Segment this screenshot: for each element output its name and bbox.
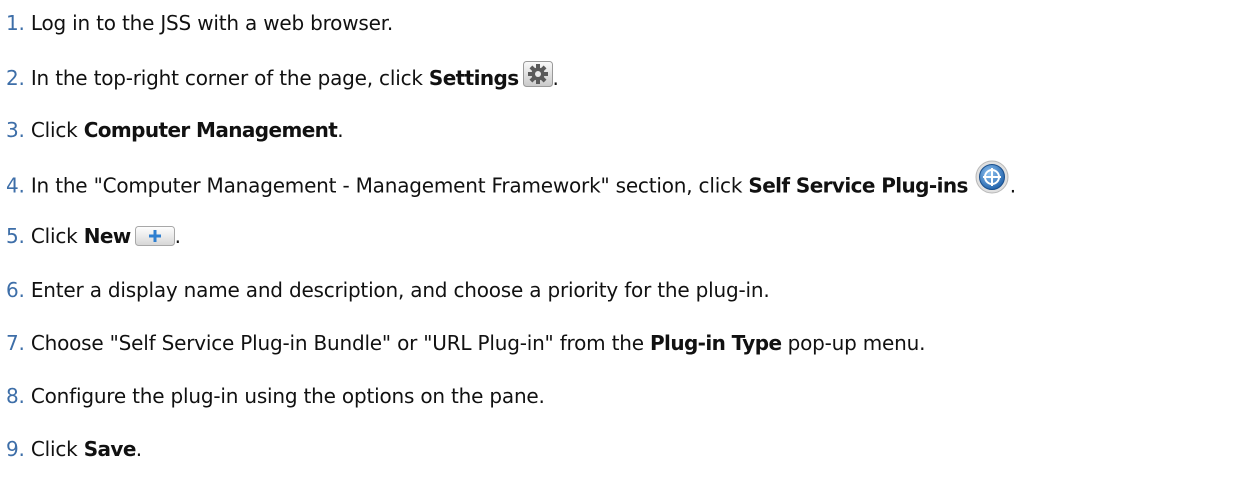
step-number: 7. xyxy=(6,331,25,355)
step-ui-term: Settings xyxy=(428,66,519,90)
plus-icon xyxy=(134,225,175,246)
step-ui-term: Computer Management xyxy=(83,118,338,142)
step-text-end: . xyxy=(1009,173,1016,198)
step-text: Click xyxy=(30,118,84,142)
step-number: 5. xyxy=(6,224,25,248)
step-text-end: . xyxy=(552,66,559,90)
step-7: 7. Choose "Self Service Plug-in Bundle" … xyxy=(6,328,925,358)
step-ui-term: New xyxy=(83,224,132,248)
step-9: 9. Click Save. xyxy=(6,434,142,464)
step-text: In the "Computer Management - Management… xyxy=(30,173,749,198)
step-number: 6. xyxy=(6,278,25,302)
step-text-end: . xyxy=(174,224,181,248)
step-number: 2. xyxy=(6,66,25,90)
step-2: 2. In the top-right corner of the page, … xyxy=(6,60,559,93)
step-5: 5. Click New . xyxy=(6,221,181,251)
step-ui-term: Save xyxy=(83,437,137,461)
step-text: Choose "Self Service Plug-in Bundle" or … xyxy=(30,331,650,355)
step-number: 4. xyxy=(6,173,25,198)
step-number: 9. xyxy=(6,437,25,461)
step-text: Enter a display name and description, an… xyxy=(30,278,770,302)
step-text: Click xyxy=(30,224,84,248)
step-text-end: . xyxy=(135,437,142,461)
step-number: 1. xyxy=(6,11,25,35)
step-ui-term: Self Service Plug-ins xyxy=(748,173,968,198)
instruction-steps: 1. Log in to the JSS with a web browser.… xyxy=(0,0,1237,499)
step-number: 8. xyxy=(6,384,25,408)
step-1: 1. Log in to the JSS with a web browser. xyxy=(6,8,393,38)
step-number: 3. xyxy=(6,118,25,142)
step-8: 8. Configure the plug-in using the optio… xyxy=(6,381,545,411)
self-service-globe-icon xyxy=(974,160,1010,194)
step-text-end: pop-up menu. xyxy=(781,331,926,355)
step-text: Log in to the JSS with a web browser. xyxy=(30,11,394,35)
step-4: 4. In the "Computer Management - Managem… xyxy=(6,160,1016,200)
step-text-end: . xyxy=(337,118,344,142)
gear-icon xyxy=(522,60,553,87)
step-text: Configure the plug-in using the options … xyxy=(30,384,545,408)
step-text: In the top-right corner of the page, cli… xyxy=(30,66,429,90)
step-ui-term: Plug-in Type xyxy=(650,331,782,355)
step-text: Click xyxy=(30,437,84,461)
step-3: 3. Click Computer Management. xyxy=(6,115,344,145)
step-6: 6. Enter a display name and description,… xyxy=(6,275,770,305)
